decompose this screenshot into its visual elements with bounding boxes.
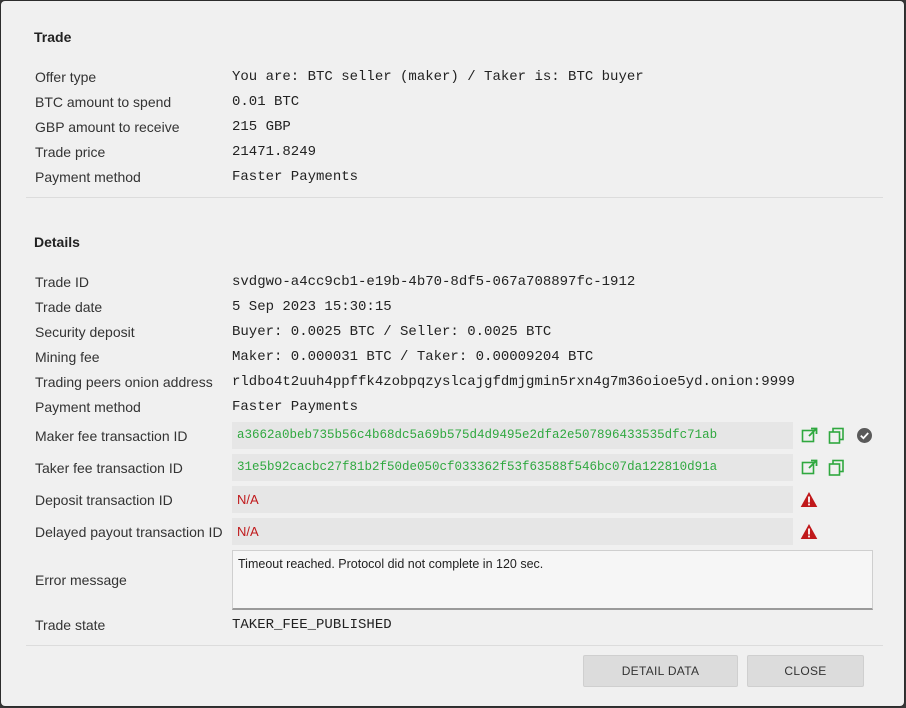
trade-id-label: Trade ID	[35, 274, 89, 290]
trade-section-title: Trade	[34, 29, 72, 45]
trade-price-value: 21471.8249	[232, 144, 317, 160]
onion-address-label: Trading peers onion address	[35, 374, 213, 390]
delayed-payout-tx-field[interactable]: N/A	[232, 518, 793, 545]
external-link-icon[interactable]	[800, 458, 818, 476]
maker-fee-tx-field[interactable]: a3662a0beb735b56c4b68dc5a69b575d4d9495e2…	[232, 422, 793, 449]
trade-id-value: svdgwo-a4cc9cb1-e19b-4b70-8df5-067a70889…	[232, 274, 636, 290]
btc-amount-value: 0.01 BTC	[232, 94, 300, 110]
security-deposit-label: Security deposit	[35, 324, 135, 340]
delayed-payout-tx-label: Delayed payout transaction ID	[35, 524, 223, 540]
offer-type-value: You are: BTC seller (maker) / Taker is: …	[232, 69, 644, 85]
detail-data-button[interactable]: DETAIL DATA	[583, 655, 738, 687]
mining-fee-value: Maker: 0.000031 BTC / Taker: 0.00009204 …	[232, 349, 594, 365]
taker-fee-tx-label: Taker fee transaction ID	[35, 460, 183, 476]
error-message-textarea[interactable]: Timeout reached. Protocol did not comple…	[232, 550, 873, 610]
deposit-tx-label: Deposit transaction ID	[35, 492, 173, 508]
check-circle-icon	[855, 426, 873, 444]
warning-icon	[800, 490, 818, 508]
gbp-amount-value: 215 GBP	[232, 119, 291, 135]
details-payment-method-value: Faster Payments	[232, 399, 359, 415]
copy-icon[interactable]	[827, 458, 845, 476]
external-link-icon[interactable]	[800, 426, 818, 444]
details-section-title: Details	[34, 234, 80, 250]
details-payment-method-label: Payment method	[35, 399, 141, 415]
btc-amount-label: BTC amount to spend	[35, 94, 172, 110]
trade-state-value: TAKER_FEE_PUBLISHED	[232, 617, 392, 633]
offer-type-label: Offer type	[35, 69, 97, 85]
trade-details-dialog: Trade Offer type You are: BTC seller (ma…	[1, 1, 904, 706]
trade-date-value: 5 Sep 2023 15:30:15	[232, 299, 392, 315]
security-deposit-value: Buyer: 0.0025 BTC / Seller: 0.0025 BTC	[232, 324, 552, 340]
trade-date-label: Trade date	[35, 299, 103, 315]
footer-divider	[26, 645, 883, 646]
close-button[interactable]: CLOSE	[747, 655, 864, 687]
maker-fee-tx-label: Maker fee transaction ID	[35, 428, 188, 444]
warning-icon	[800, 522, 818, 540]
deposit-tx-field[interactable]: N/A	[232, 486, 793, 513]
taker-fee-tx-field[interactable]: 31e5b92cacbc27f81b2f50de050cf033362f53f6…	[232, 454, 793, 481]
mining-fee-label: Mining fee	[35, 349, 100, 365]
section-divider	[26, 197, 883, 198]
trade-payment-method-value: Faster Payments	[232, 169, 359, 185]
trade-price-label: Trade price	[35, 144, 106, 160]
gbp-amount-label: GBP amount to receive	[35, 119, 180, 135]
copy-icon[interactable]	[827, 426, 845, 444]
trade-state-label: Trade state	[35, 617, 106, 633]
error-message-label: Error message	[35, 572, 127, 588]
onion-address-value: rldbo4t2uuh4ppffk4zobpqzyslcajgfdmjgmin5…	[232, 374, 795, 390]
trade-payment-method-label: Payment method	[35, 169, 141, 185]
